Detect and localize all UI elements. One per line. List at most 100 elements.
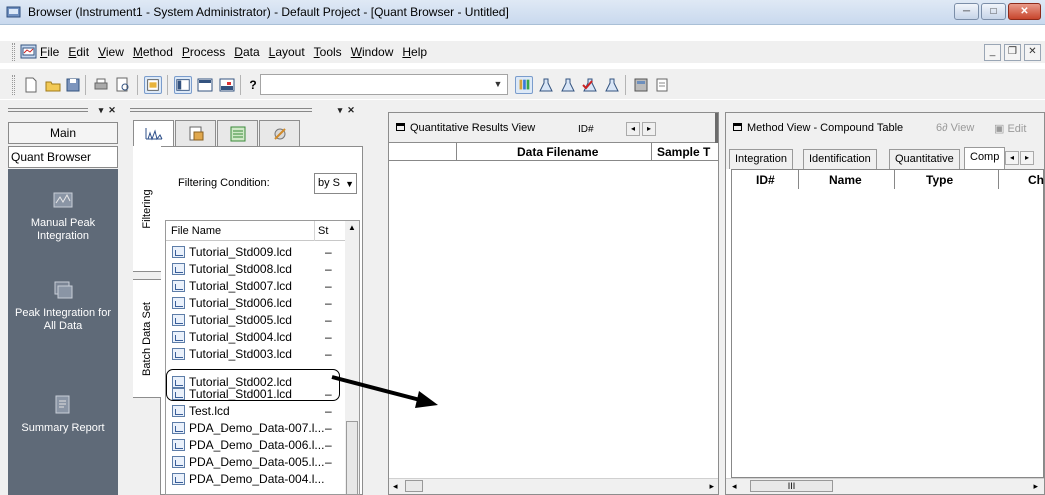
flask-check-icon[interactable] — [581, 76, 599, 94]
vtab-filtering[interactable]: Filtering — [133, 146, 161, 272]
data-explorer-icon[interactable] — [144, 76, 162, 94]
tab-identification[interactable]: Identification — [803, 149, 877, 169]
file-list-item[interactable]: PDA_Demo_Data-005.l... – — [166, 454, 344, 470]
print-preview-icon[interactable] — [114, 76, 132, 94]
tab-tools[interactable] — [259, 120, 300, 146]
tab-data[interactable] — [175, 120, 216, 146]
vtab-batch-data-set[interactable]: Batch Data Set — [133, 280, 161, 398]
scroll-left-icon[interactable]: ◂ — [626, 122, 640, 136]
tab-quantitative[interactable]: Quantitative — [889, 149, 960, 169]
column-file-name[interactable]: File Name — [171, 225, 221, 237]
layout-bottom-icon[interactable] — [218, 76, 236, 94]
nav-main-button[interactable]: Main — [8, 122, 118, 144]
layout-left-icon[interactable] — [174, 76, 192, 94]
toolbar-grip[interactable] — [12, 75, 15, 95]
scroll-left-icon[interactable]: ◂ — [732, 481, 737, 492]
nav-item-manual-peak-integration[interactable]: Manual Peak Integration — [8, 189, 118, 243]
mdi-restore-button[interactable]: ❐ — [1004, 44, 1021, 61]
tab-integration[interactable]: Integration — [729, 149, 793, 169]
nav-quant-browser[interactable]: Quant Browser — [8, 146, 118, 168]
column-data-filename[interactable]: Data Filename — [517, 145, 598, 159]
file-list-item[interactable]: PDA_Demo_Data-006.l... – — [166, 437, 344, 453]
new-icon[interactable] — [22, 76, 40, 94]
close-button[interactable]: ✕ — [1008, 3, 1041, 20]
column-sample-type[interactable]: Sample T — [657, 145, 710, 159]
tab-scroll-right-icon[interactable]: ▸ — [1020, 151, 1034, 165]
scroll-thumb[interactable] — [405, 480, 423, 492]
method-view-view-button[interactable]: 6∂ View — [936, 122, 974, 134]
scroll-right-icon[interactable]: ▸ — [709, 481, 714, 492]
file-list-item[interactable]: PDA_Demo_Data-007.l... – — [166, 420, 344, 436]
menu-method[interactable]: Method — [133, 45, 173, 59]
tab-table[interactable] — [217, 120, 258, 146]
file-list-item[interactable]: Test.lcd – — [166, 403, 344, 419]
maximize-button[interactable]: □ — [981, 3, 1006, 20]
dropdown-icon[interactable]: ▾ — [335, 105, 345, 115]
column-name[interactable]: Name — [829, 173, 862, 187]
open-folder-icon[interactable] — [44, 76, 62, 94]
print-icon[interactable] — [92, 76, 110, 94]
menu-process[interactable]: Process — [182, 45, 225, 59]
close-icon[interactable]: ✕ — [107, 105, 117, 115]
filter-condition-select[interactable]: by S ▼ — [314, 173, 357, 194]
nav-item-summary-report[interactable]: Summary Report — [8, 394, 118, 435]
mdi-close-button[interactable]: ✕ — [1024, 44, 1041, 61]
file-list-item[interactable]: Tutorial_Std005.lcd – — [166, 312, 344, 328]
scroll-right-icon[interactable]: ▸ — [642, 122, 656, 136]
menu-data[interactable]: Data — [234, 45, 259, 59]
scroll-left-icon[interactable]: ◂ — [393, 481, 398, 492]
save-icon[interactable] — [64, 76, 82, 94]
scroll-right-icon[interactable]: ▸ — [1033, 481, 1038, 492]
mdi-minimize-button[interactable]: _ — [984, 44, 1001, 61]
minimize-button[interactable]: ─ — [954, 3, 979, 20]
scroll-thumb[interactable]: III — [750, 480, 833, 492]
file-status: – — [325, 330, 332, 344]
column-id[interactable]: ID# — [756, 173, 775, 187]
file-list-item[interactable]: Tutorial_Std006.lcd – — [166, 295, 344, 311]
lcd-file-icon — [172, 297, 185, 309]
file-list-item[interactable]: PDA_Demo_Data-004.l... — [166, 471, 344, 487]
tab-chromatogram[interactable] — [133, 120, 174, 146]
menu-tools[interactable]: Tools — [314, 45, 342, 59]
menubar-grip[interactable] — [12, 43, 15, 61]
glasses-icon: 6∂ — [936, 122, 948, 134]
file-list-item[interactable]: Tutorial_Std007.lcd – — [166, 278, 344, 294]
flask-icon[interactable] — [603, 76, 621, 94]
file-list-item[interactable]: Tutorial_Std004.lcd – — [166, 329, 344, 345]
tab-scroll-left-icon[interactable]: ◂ — [1005, 151, 1019, 165]
column-status[interactable]: St — [318, 225, 328, 237]
menu-view[interactable]: View — [98, 45, 124, 59]
close-icon[interactable]: ✕ — [346, 105, 356, 115]
file-list-scrollbar[interactable]: ▲ — [345, 221, 359, 494]
chevron-down-icon[interactable]: ▼ — [491, 77, 505, 92]
file-status: – — [325, 421, 332, 435]
sample-tubes-icon[interactable] — [515, 76, 533, 94]
pane-icon — [396, 123, 405, 131]
file-list-item[interactable]: Tutorial_Std009.lcd – — [166, 244, 344, 260]
lcd-file-icon — [172, 263, 185, 275]
method-view-hscrollbar[interactable]: ◂ III ▸ — [726, 478, 1044, 494]
scroll-thumb[interactable] — [346, 421, 358, 494]
dropdown-icon[interactable]: ▾ — [96, 105, 106, 115]
instrument-icon[interactable] — [632, 76, 650, 94]
nav-item-peak-integration-all[interactable]: Peak Integration for All Data — [8, 279, 118, 333]
menu-window[interactable]: Window — [351, 45, 394, 59]
file-list-item[interactable]: Tutorial_Std008.lcd – — [166, 261, 344, 277]
layout-output-icon[interactable] — [196, 76, 214, 94]
toolbar-combo[interactable]: ▼ — [260, 74, 508, 95]
column-channel[interactable]: Ch — [1028, 173, 1044, 187]
file-name: PDA_Demo_Data-006.l... — [189, 438, 325, 452]
menu-help[interactable]: Help — [402, 45, 427, 59]
flask-icon[interactable] — [537, 76, 555, 94]
scroll-up-icon[interactable]: ▲ — [345, 221, 359, 235]
file-list-item[interactable]: Tutorial_Std003.lcd – — [166, 346, 344, 362]
tab-compound[interactable]: Comp — [964, 147, 1006, 169]
report-icon[interactable] — [654, 76, 672, 94]
menu-layout[interactable]: Layout — [269, 45, 305, 59]
flask-icon[interactable] — [559, 76, 577, 94]
menu-file[interactable]: File — [40, 45, 59, 59]
menu-edit[interactable]: Edit — [68, 45, 89, 59]
column-type[interactable]: Type — [926, 173, 953, 187]
method-view-edit-button[interactable]: ▣ Edit — [994, 122, 1026, 135]
quant-results-hscrollbar[interactable]: ◂ ▸ — [389, 478, 718, 494]
